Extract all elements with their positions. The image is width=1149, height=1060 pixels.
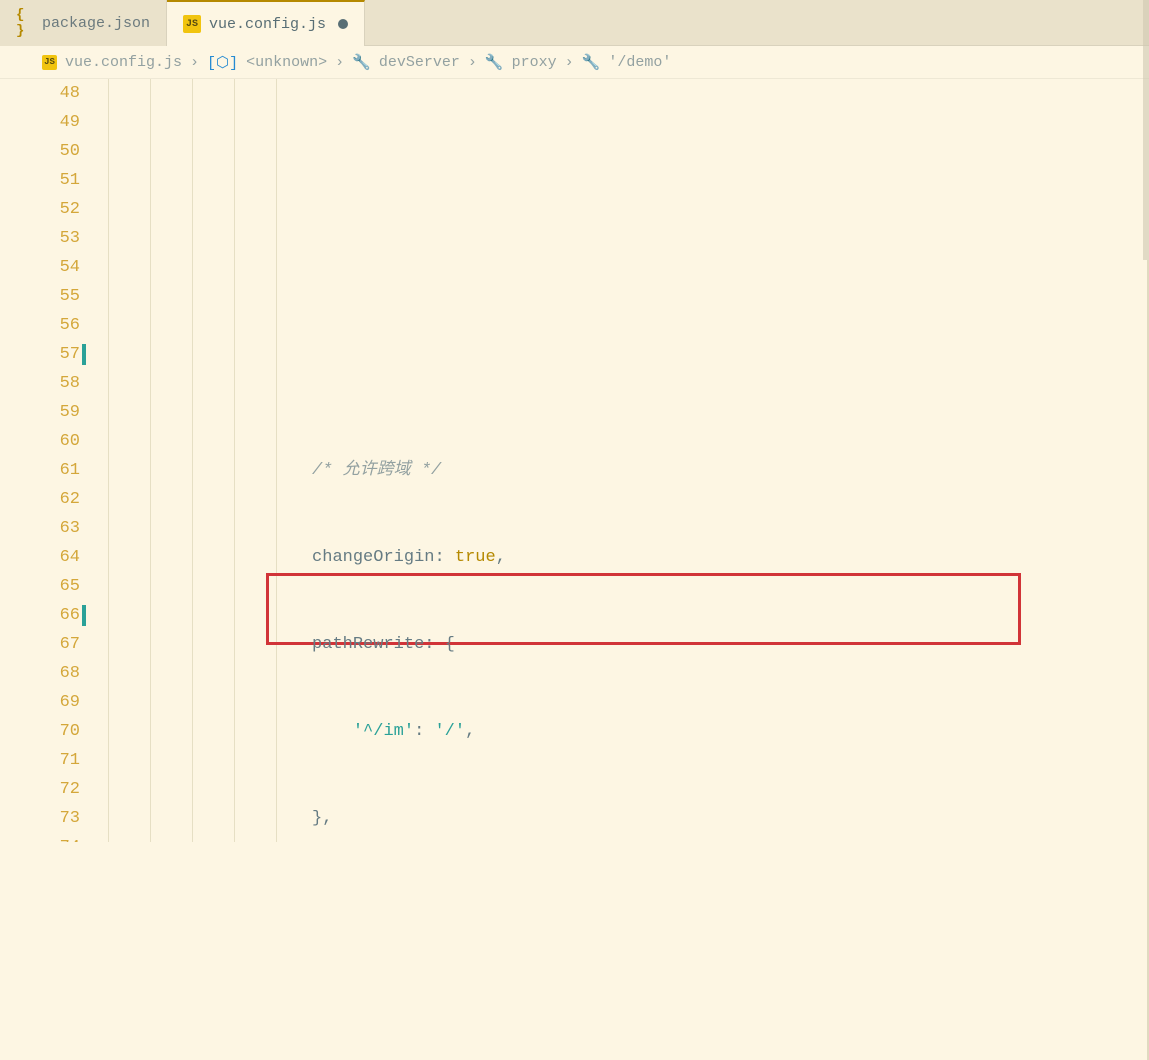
line-number: 48 — [0, 79, 80, 108]
line-number: 67 — [0, 630, 80, 659]
code-line[interactable]: '^/im': '/', — [108, 717, 1149, 746]
line-number-gutter: 48 49 50 51 52 53 54 55 56 57 58 59 60 6… — [0, 79, 96, 842]
line-number: 64 — [0, 543, 80, 572]
line-number: 58 — [0, 369, 80, 398]
line-number: 70 — [0, 717, 80, 746]
line-number: 50 — [0, 137, 80, 166]
line-number: 68 — [0, 659, 80, 688]
editor: 48 49 50 51 52 53 54 55 56 57 58 59 60 6… — [0, 79, 1149, 842]
line-number: 71 — [0, 746, 80, 775]
line-number: 55 — [0, 282, 80, 311]
line-number: 49 — [0, 108, 80, 137]
code-line[interactable]: pathRewrite: { — [108, 630, 1149, 659]
line-number: 61 — [0, 456, 80, 485]
line-number: 66 — [0, 601, 80, 630]
line-number: 60 — [0, 427, 80, 456]
line-number: 62 — [0, 485, 80, 514]
line-number: 56 — [0, 311, 80, 340]
js-icon: JS — [183, 15, 201, 33]
line-number: 72 — [0, 775, 80, 804]
code-area[interactable]: /* 允许跨域 */ changeOrigin: true, pathRewri… — [96, 79, 1149, 842]
code-line[interactable]: changeOrigin: true, — [108, 543, 1149, 572]
line-number: 69 — [0, 688, 80, 717]
breadcrumb-file[interactable]: vue.config.js — [65, 54, 182, 71]
line-number: 63 — [0, 514, 80, 543]
tabs-bar: { } package.json JS vue.config.js — [0, 0, 1149, 46]
wrench-icon: 🔧 — [352, 53, 371, 72]
js-icon: JS — [42, 55, 57, 70]
line-number: 57 — [0, 340, 80, 369]
module-icon: [⬡] — [207, 53, 238, 72]
line-number: 74 — [0, 833, 80, 842]
line-number: 51 — [0, 166, 80, 195]
line-number: 59 — [0, 398, 80, 427]
code-line[interactable]: /* 允许跨域 */ — [108, 456, 1149, 485]
line-number: 73 — [0, 804, 80, 833]
line-number: 53 — [0, 224, 80, 253]
code-line[interactable]: }, — [108, 804, 1149, 833]
chevron-right-icon: › — [190, 54, 199, 71]
tab-label: package.json — [42, 15, 150, 32]
tab-label: vue.config.js — [209, 16, 326, 33]
tab-modified-indicator-icon — [338, 19, 348, 29]
breadcrumb-seg[interactable]: devServer — [379, 54, 460, 71]
breadcrumb-seg[interactable]: <unknown> — [246, 54, 327, 71]
line-number: 54 — [0, 253, 80, 282]
breadcrumb-seg[interactable]: '/demo' — [608, 54, 671, 71]
chevron-right-icon: › — [468, 54, 477, 71]
json-icon: { } — [16, 14, 34, 32]
chevron-right-icon: › — [335, 54, 344, 71]
tab-package-json[interactable]: { } package.json — [0, 0, 167, 46]
line-number: 52 — [0, 195, 80, 224]
breadcrumb[interactable]: JS vue.config.js › [⬡] <unknown> › 🔧 dev… — [0, 46, 1149, 79]
tab-vue-config[interactable]: JS vue.config.js — [167, 0, 365, 46]
wrench-icon: 🔧 — [582, 53, 601, 72]
line-number: 65 — [0, 572, 80, 601]
wrench-icon: 🔧 — [485, 53, 504, 72]
breadcrumb-seg[interactable]: proxy — [512, 54, 557, 71]
chevron-right-icon: › — [565, 54, 574, 71]
